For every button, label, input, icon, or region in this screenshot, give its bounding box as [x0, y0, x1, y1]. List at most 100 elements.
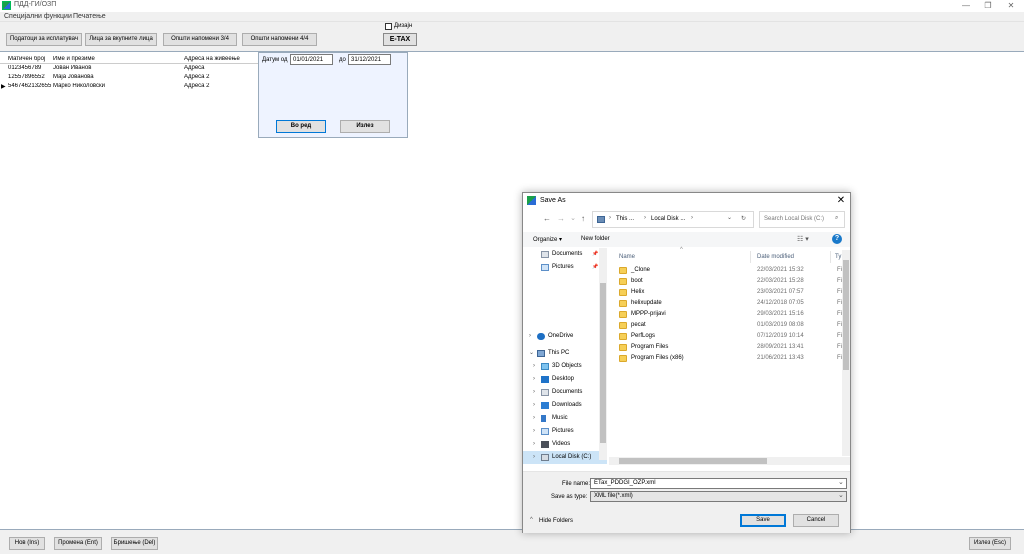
design-checkbox[interactable] — [385, 23, 392, 30]
nav-label: Documents — [552, 251, 583, 257]
nav-item-downloads[interactable]: › Downloads — [523, 399, 607, 412]
forward-arrow-icon[interactable]: → — [556, 214, 566, 223]
column-date-modified[interactable]: Date modified — [757, 254, 794, 260]
persons-button[interactable]: Лица за вкупните лица — [85, 33, 157, 46]
expand-arrow-icon[interactable]: › — [533, 360, 540, 373]
nav-item-documents-quick[interactable]: Documents 📌 — [523, 248, 607, 261]
recent-locations-icon[interactable]: ⌄ — [568, 214, 578, 222]
column-name[interactable]: Name — [619, 254, 635, 260]
nav-label: Pictures — [552, 264, 574, 270]
table-row[interactable]: 0123456789 Јован Иванов Адреса — [0, 64, 258, 73]
date-to-input[interactable]: 31/12/2021 — [348, 54, 391, 65]
expand-arrow-icon[interactable]: › — [533, 373, 540, 386]
file-list-hscrollbar[interactable] — [609, 457, 850, 465]
header-address[interactable]: Адреса на живеење — [184, 56, 258, 62]
file-list-vscrollbar[interactable] — [842, 250, 850, 456]
expand-arrow-icon[interactable]: › — [533, 451, 540, 464]
nav-item-documents[interactable]: › Documents — [523, 386, 607, 399]
address-bar[interactable]: › This ... › Local Disk ... › ⌄ ↻ — [592, 211, 754, 228]
nav-item-this-pc[interactable]: ⌄ This PC — [523, 347, 607, 360]
nav-item-pictures[interactable]: › Pictures — [523, 425, 607, 438]
drive-icon — [541, 454, 549, 461]
delete-button[interactable]: Бришење (Del) — [111, 537, 158, 550]
vscroll-thumb[interactable] — [843, 260, 849, 370]
help-icon[interactable]: ? — [832, 234, 842, 244]
dialog-title-bar — [523, 193, 850, 209]
breadcrumb-local-disk[interactable]: Local Disk ... — [651, 216, 685, 222]
refresh-icon[interactable]: ↻ — [741, 215, 746, 222]
hide-folders-button[interactable]: Hide Folders — [539, 518, 573, 524]
table-row[interactable]: ▶ 5467462132655 Марко Николовски Адреса … — [0, 82, 258, 91]
back-arrow-icon[interactable]: ← — [542, 214, 552, 223]
date-from-input[interactable]: 01/01/2021 — [290, 54, 333, 65]
new-button[interactable]: Нов (Ins) — [9, 537, 45, 550]
file-name-dropdown-icon[interactable]: ⌄ — [838, 478, 844, 486]
expand-arrow-icon[interactable]: › — [533, 412, 540, 425]
list-item[interactable]: helixupdate 24/12/2018 07:05 Fi — [617, 298, 842, 309]
nav-item-pictures-quick[interactable]: Pictures 📌 — [523, 261, 607, 274]
exit-button[interactable]: Излез (Esc) — [969, 537, 1011, 550]
collapse-arrow-icon[interactable]: ⌄ — [529, 347, 536, 360]
expand-arrow-icon[interactable]: › — [533, 399, 540, 412]
payer-data-button[interactable]: Податоци за исплатувач — [6, 33, 82, 46]
dropdown-chevron-icon[interactable]: ⌄ — [727, 214, 732, 221]
hide-folders-icon[interactable]: ^ — [530, 517, 533, 523]
list-item[interactable]: boot 22/03/2021 15:28 Fi — [617, 276, 842, 287]
nav-scroll-thumb[interactable] — [600, 283, 606, 443]
nav-item-music[interactable]: › Music — [523, 412, 607, 425]
save-type-dropdown-icon[interactable]: ⌄ — [838, 491, 844, 499]
nav-item-3d-objects[interactable]: › 3D Objects — [523, 360, 607, 373]
table-row[interactable]: 12557896552 Маја Јованова Адреса 2 — [0, 73, 258, 82]
list-item[interactable]: MPPP-prijavi 29/03/2021 15:16 Fi — [617, 309, 842, 320]
menu-special-functions[interactable]: Специјални функции — [4, 13, 72, 20]
ok-button[interactable]: Во ред — [276, 120, 326, 133]
expand-arrow-icon[interactable]: › — [533, 425, 540, 438]
column-divider[interactable] — [830, 251, 831, 263]
nav-item-desktop[interactable]: › Desktop — [523, 373, 607, 386]
edit-button[interactable]: Промена (Ent) — [54, 537, 102, 550]
menu-printing[interactable]: Печатење — [73, 13, 106, 20]
save-button[interactable]: Save — [740, 514, 786, 527]
nav-label: OneDrive — [548, 333, 574, 339]
minimize-button[interactable]: — — [955, 0, 977, 12]
exit-panel-button[interactable]: Излез — [340, 120, 390, 133]
list-item[interactable]: pecat 01/03/2019 08:08 Fi — [617, 320, 842, 331]
expand-arrow-icon[interactable]: › — [533, 386, 540, 399]
notes-4-4-button[interactable]: Општи напомени 4/4 — [242, 33, 317, 46]
etax-button[interactable]: E-TAX — [383, 33, 417, 46]
up-arrow-icon[interactable]: ↑ — [578, 214, 588, 223]
view-options-icon[interactable]: ☷ ▾ — [797, 235, 809, 243]
list-item[interactable]: Program Files 28/09/2021 13:41 Fi — [617, 342, 842, 353]
nav-item-videos[interactable]: › Videos — [523, 438, 607, 451]
expand-arrow-icon[interactable]: › — [529, 330, 536, 343]
list-item[interactable]: PerfLogs 07/12/2019 10:14 Fi — [617, 331, 842, 342]
breadcrumb-this-pc[interactable]: This ... — [616, 216, 634, 222]
file-name-input[interactable]: ETax_PDDGI_OZP.xml — [590, 478, 847, 489]
list-item[interactable]: Helix 23/03/2021 07:57 Fi — [617, 287, 842, 298]
nav-scrollbar[interactable] — [599, 248, 607, 460]
close-button[interactable]: ✕ — [1000, 0, 1022, 12]
nav-item-onedrive[interactable]: › OneDrive — [523, 330, 607, 343]
search-box[interactable]: Search Local Disk (C:) ⌕ — [759, 211, 845, 228]
header-embg[interactable]: Матичен број — [8, 56, 52, 62]
nav-item-local-disk[interactable]: › Local Disk (C:) — [523, 451, 607, 464]
notes-3-4-button[interactable]: Општи напомени 3/4 — [163, 33, 237, 46]
breadcrumb-sep-icon: › — [691, 215, 693, 221]
column-divider[interactable] — [750, 251, 751, 263]
menu-bar — [0, 12, 1024, 22]
list-item[interactable]: Program Files (x86) 21/06/2021 13:43 Fi — [617, 353, 842, 364]
restore-button[interactable]: ❐ — [977, 0, 999, 12]
save-type-select[interactable]: XML file(*.xml) — [590, 491, 847, 502]
search-input[interactable]: Search Local Disk (C:) — [764, 216, 824, 222]
list-item[interactable]: _Clone 22/03/2021 15:32 Fi — [617, 265, 842, 276]
expand-arrow-icon[interactable]: › — [533, 438, 540, 451]
dialog-close-icon[interactable]: ✕ — [834, 195, 848, 207]
header-name[interactable]: Име и презиме — [53, 56, 183, 62]
cell-embg: 5467462132655 — [8, 83, 52, 89]
cancel-button[interactable]: Cancel — [793, 514, 839, 527]
cell-name: Јован Иванов — [53, 65, 92, 71]
new-folder-button[interactable]: New folder — [581, 236, 610, 242]
column-type[interactable]: Ty — [835, 254, 841, 260]
organize-button[interactable]: Organize ▾ — [533, 236, 562, 243]
hscroll-thumb[interactable] — [619, 458, 767, 464]
